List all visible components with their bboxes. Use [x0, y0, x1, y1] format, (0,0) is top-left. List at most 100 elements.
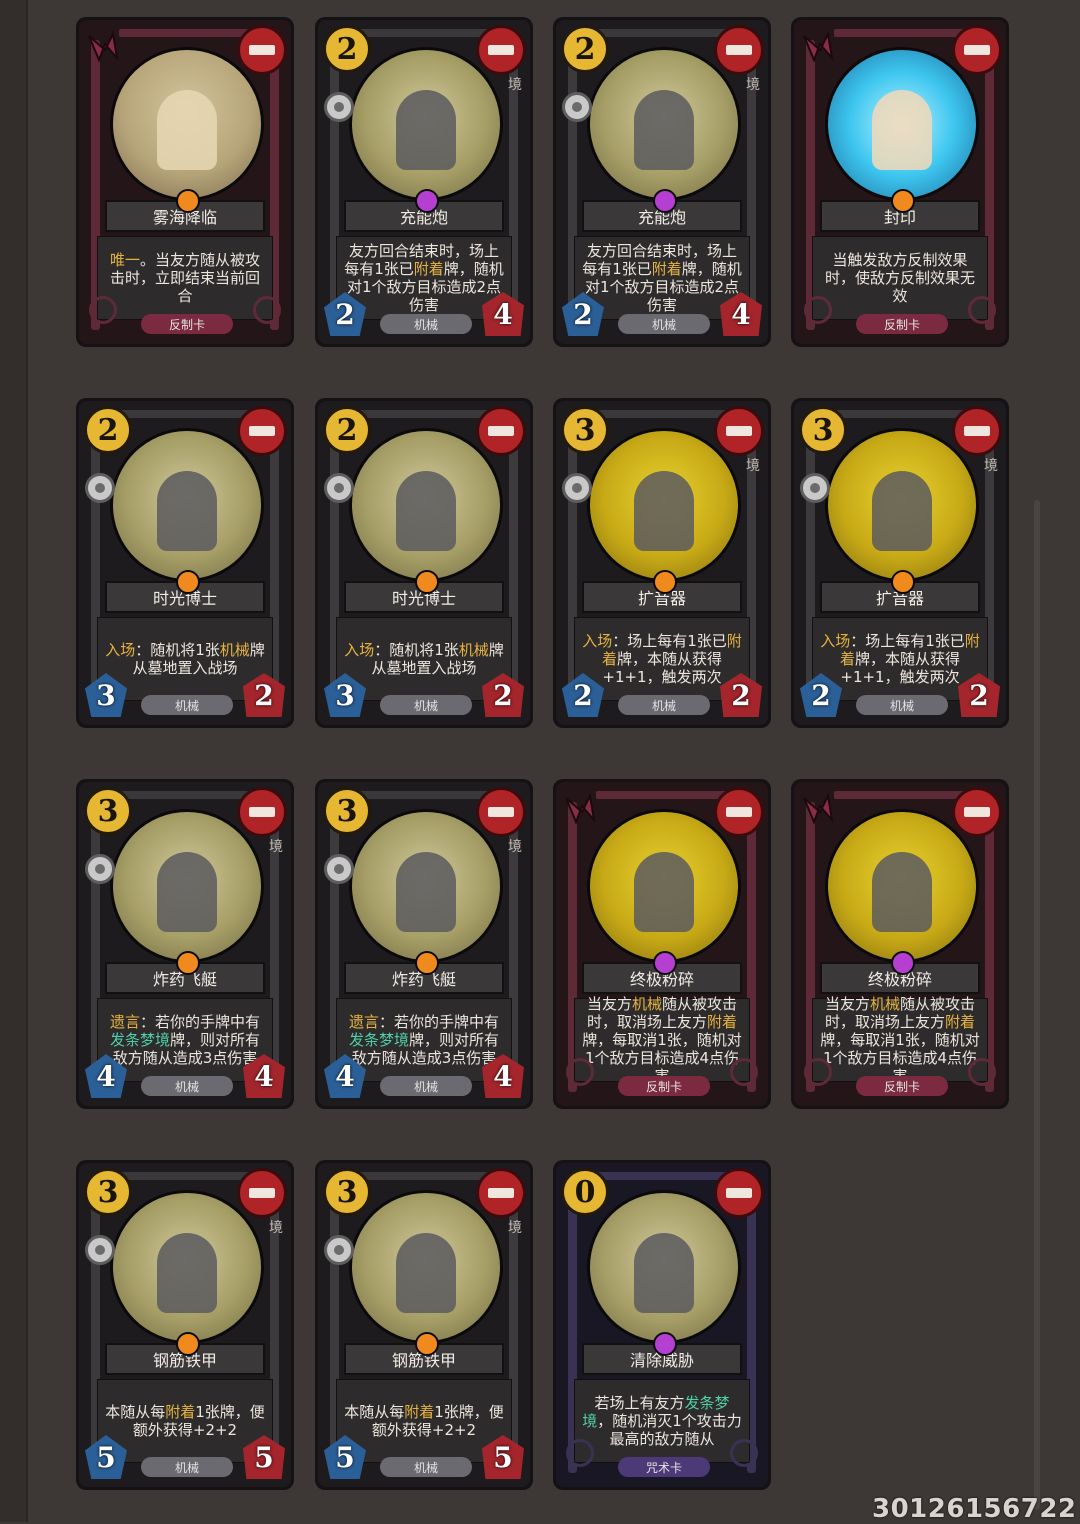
remove-card-button[interactable]: [714, 25, 764, 75]
keyword: 入场: [820, 632, 851, 650]
gear-icon: [800, 473, 830, 503]
card[interactable]: 2 境充能炮 友方回合结束时，场上每有1张已附着牌，随机对1个敌方目标造成2点伤害机…: [553, 17, 771, 347]
card[interactable]: 3 境扩音器 入场：场上每有1张已附着牌，本随从获得+1+1，触发两次 机械 2 2: [553, 398, 771, 728]
keyword: 机械: [869, 995, 900, 1013]
card-frame: 3 境扩音器 入场：场上每有1张已附着牌，本随从获得+1+1，触发两次 机械 2 2: [794, 401, 1006, 725]
rarity-gem: [653, 951, 677, 975]
card-description-text: 当触发敌方反制效果时，使敌方反制效果无效: [819, 251, 981, 305]
cost-badge: 2: [561, 25, 609, 73]
keyword: 附着: [413, 260, 444, 278]
card-type-tag: 机械: [618, 695, 710, 715]
card-art: [352, 431, 500, 579]
card-description-text: 本随从每附着1张牌，便额外获得+2+2: [343, 1403, 505, 1439]
mirror-mark: 境: [508, 1220, 522, 1236]
description-text: 当触发敌方反制效果时，使敌方反制效果无效: [824, 251, 975, 305]
cost-badge: 3: [84, 787, 132, 835]
card-top-bar: [596, 29, 728, 37]
card-art: [828, 50, 976, 198]
card-description-text: 本随从每附着1张牌，便额外获得+2+2: [104, 1403, 266, 1439]
card[interactable]: 0 清除威胁 若场上有友方发条梦境，随机消灭1个攻击力最高的敌方随从 咒术卡: [553, 1160, 771, 1490]
mirror-mark: 境: [746, 458, 760, 474]
remove-card-button[interactable]: [237, 25, 287, 75]
card-art: [352, 812, 500, 960]
art-figure: [157, 1233, 217, 1313]
card-art: [590, 431, 738, 579]
card-type-tag: 机械: [618, 314, 710, 334]
rarity-gem: [415, 189, 439, 213]
card-frame: 2 境充能炮 友方回合结束时，场上每有1张已附着牌，随机对1个敌方目标造成2点伤害机…: [556, 20, 768, 344]
card-type-tag: 机械: [380, 314, 472, 334]
card-art: [590, 812, 738, 960]
description-text: 当友方: [824, 995, 870, 1013]
cost-badge: 3: [561, 406, 609, 454]
keyword: 入场: [105, 641, 136, 659]
card-frame: 0 清除威胁 若场上有友方发条梦境，随机消灭1个攻击力最高的敌方随从 咒术卡: [556, 1163, 768, 1487]
card-frame: 终极粉碎 当友方机械随从被攻击时，取消场上友方附着牌，每取消1张，随机对1个敌方目…: [794, 782, 1006, 1106]
card[interactable]: 终极粉碎 当友方机械随从被攻击时，取消场上友方附着牌，每取消1张，随机对1个敌方目…: [553, 779, 771, 1109]
art-figure: [157, 471, 217, 551]
remove-card-button[interactable]: [952, 787, 1002, 837]
card-description-text: 当友方机械随从被攻击时，取消场上友方附着牌，每取消1张，随机对1个敌方目标造成4…: [581, 995, 743, 1085]
card[interactable]: 3 境炸药飞艇 遗言：若你的手牌中有发条梦境牌，则对所有敌方随从造成3点伤害 机械 4 4: [315, 779, 533, 1109]
card-frame: 3 境炸药飞艇 遗言：若你的手牌中有发条梦境牌，则对所有敌方随从造成3点伤害 机械 4 4: [79, 782, 291, 1106]
card-type-tag: 机械: [141, 1457, 233, 1477]
remove-card-button[interactable]: [476, 406, 526, 456]
card-frame: 封印 当触发敌方反制效果时，使敌方反制效果无效 反制卡: [794, 20, 1006, 344]
description-text: ：随机将1张: [135, 641, 220, 659]
card-description-text: 友方回合结束时，场上每有1张已附着牌，随机对1个敌方目标造成2点伤害: [581, 242, 743, 314]
remove-card-button[interactable]: [952, 25, 1002, 75]
rarity-gem: [653, 189, 677, 213]
keyword: 发条梦境: [109, 1031, 170, 1049]
remove-card-button[interactable]: [476, 25, 526, 75]
card-description-text: 遗言：若你的手牌中有发条梦境牌，则对所有敌方随从造成3点伤害: [104, 1013, 266, 1067]
card[interactable]: 3 境扩音器 入场：场上每有1张已附着牌，本随从获得+1+1，触发两次 机械 2 2: [791, 398, 1009, 728]
card-description-text: 入场：随机将1张机械牌从墓地置入战场: [104, 641, 266, 677]
mirror-mark: 境: [269, 1220, 283, 1236]
card[interactable]: 2 时光博士 入场：随机将1张机械牌从墓地置入战场 机械 3 2: [315, 398, 533, 728]
gear-icon: [85, 473, 115, 503]
gear-icon: [324, 92, 354, 122]
card-top-bar: [119, 410, 251, 418]
card-top-bar: [119, 791, 251, 799]
art-figure: [634, 90, 694, 170]
card[interactable]: 3 境钢筋铁甲 本随从每附着1张牌，便额外获得+2+2 机械 5 5: [315, 1160, 533, 1490]
user-id-watermark: 30126156722: [872, 1494, 1077, 1524]
remove-card-button[interactable]: [237, 406, 287, 456]
scrollbar[interactable]: [1034, 500, 1040, 1510]
mirror-mark: 境: [269, 839, 283, 855]
card[interactable]: 终极粉碎 当友方机械随从被攻击时，取消场上友方附着牌，每取消1张，随机对1个敌方目…: [791, 779, 1009, 1109]
scroll-ornament-right: [968, 296, 996, 324]
scroll-ornament-left: [804, 296, 832, 324]
keyword: 唯一: [109, 251, 140, 269]
art-figure: [634, 852, 694, 932]
keyword: 机械: [631, 995, 662, 1013]
remove-card-button[interactable]: [714, 1168, 764, 1218]
card[interactable]: 2 时光博士 入场：随机将1张机械牌从墓地置入战场 机械 3 2: [76, 398, 294, 728]
card-type-tag: 反制卡: [856, 314, 948, 334]
card-type-tag: 机械: [380, 695, 472, 715]
card-type-tag: 反制卡: [141, 314, 233, 334]
remove-card-button[interactable]: [476, 1168, 526, 1218]
card[interactable]: 3 境炸药飞艇 遗言：若你的手牌中有发条梦境牌，则对所有敌方随从造成3点伤害 机械 4 4: [76, 779, 294, 1109]
card-frame: 3 境钢筋铁甲 本随从每附着1张牌，便额外获得+2+2 机械 5 5: [79, 1163, 291, 1487]
card[interactable]: 封印 当触发敌方反制效果时，使敌方反制效果无效 反制卡: [791, 17, 1009, 347]
card-art: [352, 1193, 500, 1341]
keyword: 机械: [219, 641, 250, 659]
card-top-bar: [834, 410, 966, 418]
rarity-gem: [653, 1332, 677, 1356]
card[interactable]: 雾海降临 唯一。当友方随从被攻击时，立即结束当前回合 反制卡: [76, 17, 294, 347]
description-text: 本随从每: [344, 1403, 405, 1421]
remove-card-button[interactable]: [476, 787, 526, 837]
remove-card-button[interactable]: [714, 406, 764, 456]
card[interactable]: 3 境钢筋铁甲 本随从每附着1张牌，便额外获得+2+2 机械 5 5: [76, 1160, 294, 1490]
counter-card-icon: [85, 30, 121, 66]
remove-card-button[interactable]: [237, 1168, 287, 1218]
art-figure: [396, 471, 456, 551]
card[interactable]: 2 境充能炮 友方回合结束时，场上每有1张已附着牌，随机对1个敌方目标造成2点伤害机…: [315, 17, 533, 347]
remove-card-button[interactable]: [952, 406, 1002, 456]
card-top-bar: [358, 1172, 490, 1180]
card-frame: 3 境扩音器 入场：场上每有1张已附着牌，本随从获得+1+1，触发两次 机械 2 2: [556, 401, 768, 725]
rarity-gem: [176, 189, 200, 213]
remove-card-button[interactable]: [237, 787, 287, 837]
remove-card-button[interactable]: [714, 787, 764, 837]
